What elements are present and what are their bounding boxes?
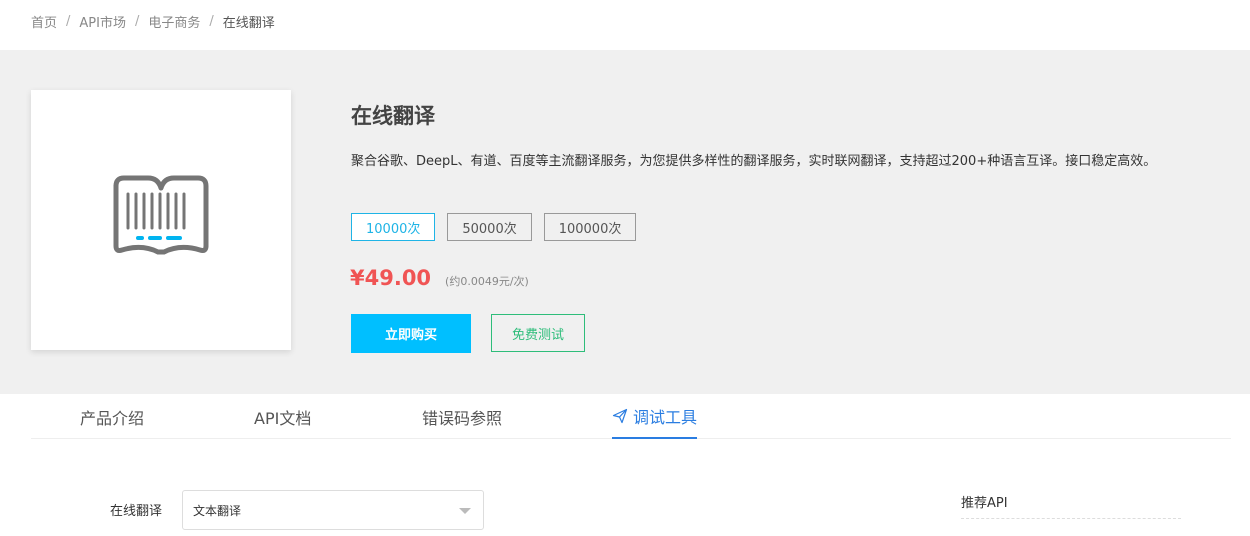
product-description: 聚合谷歌、DeepL、有道、百度等主流翻译服务，为您提供多样性的翻译服务，实时联… [351,154,1157,169]
breadcrumb-api-market[interactable]: API市场 [79,12,126,31]
breadcrumb-ecommerce[interactable]: 电子商务 [148,12,200,31]
price-amount: ¥49.00 [350,266,432,290]
tab-label: 调试工具 [633,407,698,427]
plan-option-50000[interactable]: 50000次 [447,213,532,241]
breadcrumb-separator: / [66,13,71,29]
unit-price: (约0.0049元/次) [445,275,529,288]
recommend-divider [961,518,1181,519]
recommend-api-title: 推荐API [961,496,1008,511]
tab-error-codes[interactable]: 错误码参照 [422,394,502,439]
tab-label: 产品介绍 [80,408,145,428]
buy-now-button[interactable]: 立即购买 [351,314,471,353]
free-trial-button[interactable]: 免费测试 [491,314,585,352]
tab-label: API文档 [254,408,312,428]
tab-api-docs[interactable]: API文档 [254,394,311,439]
breadcrumb-separator: / [134,13,140,29]
plan-option-10000[interactable]: 10000次 [351,213,436,241]
plan-selector: 10000次 50000次 100000次 [351,213,648,241]
breadcrumb: 首页 / API市场 / 电子商务 / 在线翻译 [31,12,275,31]
product-hero: 在线翻译 聚合谷歌、DeepL、有道、百度等主流翻译服务，为您提供多样性的翻译服… [0,50,1250,394]
debug-api-label: 在线翻译 [110,504,163,519]
plan-option-100000[interactable]: 100000次 [543,213,637,241]
breadcrumb-current: 在线翻译 [222,15,275,31]
product-logo-card [31,90,291,350]
product-title: 在线翻译 [351,104,435,128]
breadcrumb-home[interactable]: 首页 [31,12,57,31]
tab-debug-tool[interactable]: 调试工具 [612,394,698,439]
select-value: 文本翻译 [193,503,242,518]
api-type-select[interactable]: 文本翻译 [182,490,484,530]
tab-product-intro[interactable]: 产品介绍 [80,394,144,439]
book-barcode-icon [113,175,209,255]
paper-plane-icon [612,408,628,423]
breadcrumb-separator: / [209,13,214,29]
product-tabs: 产品介绍 API文档 错误码参照 调试工具 [31,394,1231,439]
price-row: ¥49.00 (约0.0049元/次) [350,266,529,290]
chevron-down-icon [459,508,471,514]
tab-label: 错误码参照 [422,408,503,428]
